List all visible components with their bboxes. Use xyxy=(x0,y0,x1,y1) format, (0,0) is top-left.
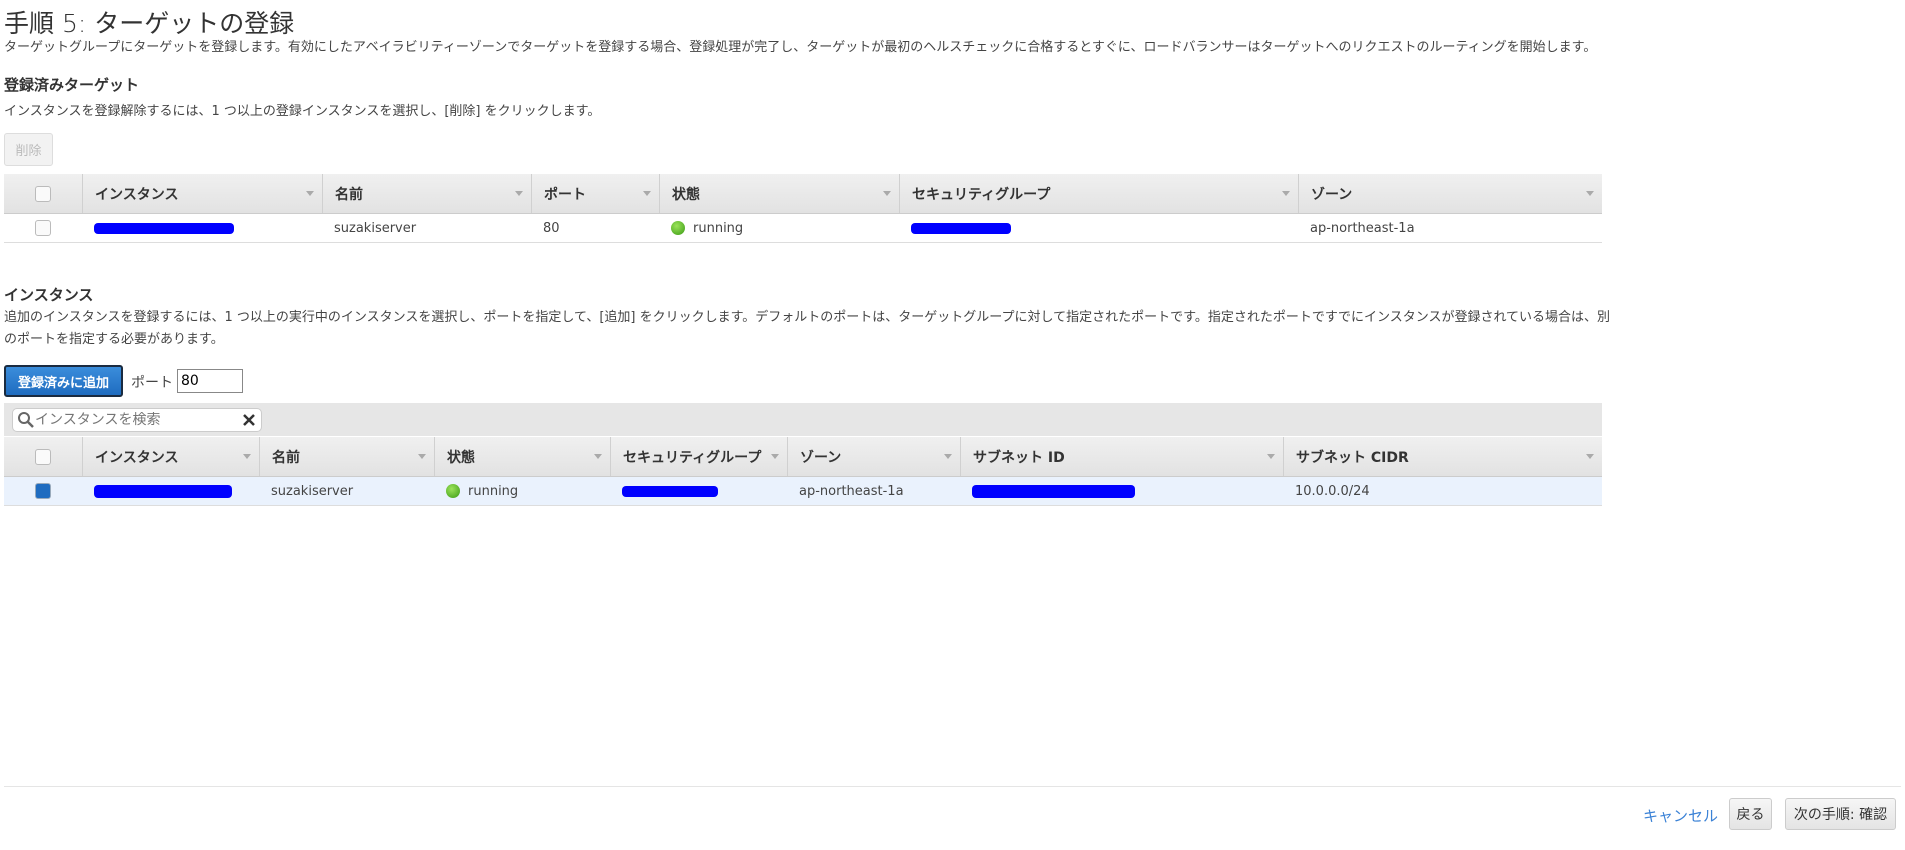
table-header: インスタンス 名前 状態 セキュリティグループ ゾーン サブネット ID サブネ… xyxy=(4,437,1602,477)
column-subnet-cidr[interactable]: サブネット CIDR xyxy=(1283,437,1602,476)
remove-button[interactable]: 削除 xyxy=(4,133,53,166)
sort-arrow-icon[interactable] xyxy=(1586,191,1594,196)
registered-targets-table: インスタンス 名前 ポート 状態 セキュリティグループ ゾーン suzakise… xyxy=(4,174,1602,243)
search-input[interactable] xyxy=(35,411,241,428)
column-label: ゾーン xyxy=(1311,186,1353,203)
redacted-security-group xyxy=(911,222,1011,234)
column-security-group[interactable]: セキュリティグループ xyxy=(610,437,787,476)
column-state[interactable]: 状態 xyxy=(434,437,610,476)
sort-arrow-icon[interactable] xyxy=(1282,191,1290,196)
search-box[interactable] xyxy=(12,407,262,432)
sort-arrow-icon[interactable] xyxy=(243,454,251,459)
column-label: インスタンス xyxy=(95,449,179,466)
select-all-checkbox[interactable] xyxy=(35,448,51,465)
sort-arrow-icon[interactable] xyxy=(418,454,426,459)
column-state[interactable]: 状態 xyxy=(659,174,899,213)
registered-targets-description: インスタンスを登録解除するには、1 つ以上の登録インスタンスを選択し、[削除] … xyxy=(4,104,601,119)
redacted-subnet-id xyxy=(972,484,1135,498)
cancel-link[interactable]: キャンセル xyxy=(1643,805,1718,826)
running-status-icon xyxy=(446,484,460,498)
column-instance[interactable]: インスタンス xyxy=(82,437,259,476)
sort-arrow-icon[interactable] xyxy=(515,191,523,196)
column-label: ゾーン xyxy=(800,449,842,466)
instances-heading: インスタンス xyxy=(4,286,94,304)
back-button[interactable]: 戻る xyxy=(1729,798,1772,830)
column-label: セキュリティグループ xyxy=(912,186,1051,203)
column-label: 状態 xyxy=(672,186,700,203)
running-status-icon xyxy=(671,221,685,235)
column-instance[interactable]: インスタンス xyxy=(82,174,322,213)
clear-icon[interactable] xyxy=(241,412,257,428)
column-label: サブネット ID xyxy=(973,449,1065,466)
redacted-instance-id xyxy=(94,484,232,498)
column-port[interactable]: ポート xyxy=(531,174,659,213)
page-title: 手順 5: ターゲットの登録 xyxy=(4,9,295,38)
redacted-instance-id xyxy=(94,222,234,234)
registered-targets-heading: 登録済みターゲット xyxy=(4,76,140,94)
footer-divider xyxy=(4,786,1901,787)
sort-arrow-icon[interactable] xyxy=(944,454,952,459)
page-description: ターゲットグループにターゲットを登録します。有効にしたアベイラビリティーゾーンで… xyxy=(4,40,1597,55)
column-label: サブネット CIDR xyxy=(1296,449,1409,466)
select-all-checkbox[interactable] xyxy=(35,185,51,202)
sort-arrow-icon[interactable] xyxy=(771,454,779,459)
port-input[interactable] xyxy=(177,369,243,393)
add-to-registered-button[interactable]: 登録済みに追加 xyxy=(4,365,123,397)
next-review-button[interactable]: 次の手順: 確認 xyxy=(1785,798,1896,830)
cell-zone: ap-northeast-1a xyxy=(799,483,904,499)
cell-state: running xyxy=(693,220,744,236)
column-label: 状態 xyxy=(447,449,475,466)
table-toolbar xyxy=(4,403,1602,436)
sort-arrow-icon[interactable] xyxy=(883,191,891,196)
table-header: インスタンス 名前 ポート 状態 セキュリティグループ ゾーン xyxy=(4,174,1602,214)
search-icon xyxy=(18,411,34,428)
instances-table: インスタンス 名前 状態 セキュリティグループ ゾーン サブネット ID サブネ… xyxy=(4,403,1602,506)
cell-cidr: 10.0.0.0/24 xyxy=(1295,483,1370,499)
sort-arrow-icon[interactable] xyxy=(1267,454,1275,459)
cell-zone: ap-northeast-1a xyxy=(1310,220,1415,236)
column-zone[interactable]: ゾーン xyxy=(1298,174,1602,213)
row-checkbox[interactable] xyxy=(35,220,51,236)
select-all-checkbox-cell[interactable] xyxy=(4,437,82,476)
column-subnet-id[interactable]: サブネット ID xyxy=(960,437,1283,476)
select-all-checkbox-cell[interactable] xyxy=(4,174,82,213)
instances-description: 追加のインスタンスを登録するには、1 つ以上の実行中のインスタンスを選択し、ポー… xyxy=(4,310,1611,347)
cell-state: running xyxy=(468,483,519,499)
sort-arrow-icon[interactable] xyxy=(1586,454,1594,459)
cell-name: suzakiserver xyxy=(271,483,354,499)
sort-arrow-icon[interactable] xyxy=(594,454,602,459)
row-checkbox[interactable] xyxy=(35,483,51,499)
column-label: 名前 xyxy=(335,186,363,203)
column-name[interactable]: 名前 xyxy=(322,174,531,213)
column-zone[interactable]: ゾーン xyxy=(787,437,960,476)
column-label: インスタンス xyxy=(95,186,179,203)
column-label: 名前 xyxy=(272,449,300,466)
redacted-security-group xyxy=(622,485,718,497)
port-label: ポート xyxy=(131,375,173,391)
table-row[interactable]: suzakiserver 80 running ap-northeast-1a xyxy=(4,214,1602,243)
table-row[interactable]: suzakiserver running ap-northeast-1a 10.… xyxy=(4,477,1602,506)
sort-arrow-icon[interactable] xyxy=(643,191,651,196)
column-label: セキュリティグループ xyxy=(623,449,762,466)
column-name[interactable]: 名前 xyxy=(259,437,434,476)
column-label: ポート xyxy=(544,186,586,203)
column-security-group[interactable]: セキュリティグループ xyxy=(899,174,1298,213)
cell-name: suzakiserver xyxy=(334,220,417,236)
sort-arrow-icon[interactable] xyxy=(306,191,314,196)
cell-port: 80 xyxy=(543,220,560,236)
